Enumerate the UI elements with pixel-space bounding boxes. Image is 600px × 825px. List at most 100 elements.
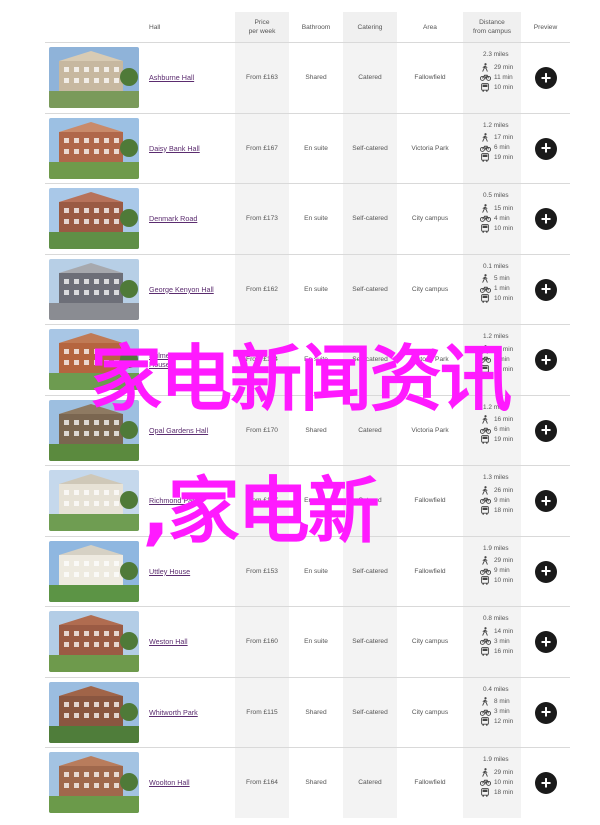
hall-photo-image — [49, 540, 139, 602]
hall-name-link[interactable]: Daisy Bank Hall — [149, 144, 200, 153]
bathroom-cell: En suite — [304, 638, 328, 646]
area-cell: Fallowfield — [414, 779, 446, 787]
preview-button[interactable]: + — [535, 772, 557, 794]
bike-time-text: 1 min — [494, 285, 510, 292]
bike-icon — [479, 567, 491, 575]
bike-icon — [479, 708, 491, 716]
catering-cell: Self-catered — [352, 285, 388, 293]
hall-photo[interactable] — [49, 540, 139, 602]
hall-photo[interactable] — [49, 681, 139, 743]
price-cell: From £167 — [246, 144, 278, 152]
price-cell: From £157 — [246, 497, 278, 505]
hall-photo[interactable] — [49, 329, 139, 390]
distance-header: Distance from campus — [463, 12, 521, 42]
area-cell: Victoria Park — [411, 356, 449, 364]
hall-name-link[interactable]: George Kenyon Hall — [149, 285, 214, 294]
hall-name-cell: Richmond Park — [149, 466, 235, 536]
hall-name-link[interactable]: Woolton Hall — [149, 778, 190, 787]
preview-button[interactable]: + — [535, 490, 557, 512]
bathroom-cell: Shared — [305, 779, 327, 787]
hall-name-link[interactable]: Uttley House — [149, 567, 190, 576]
catering-cell: Catered — [358, 779, 382, 787]
hall-photo[interactable] — [49, 470, 139, 531]
bike-icon — [479, 214, 491, 222]
bike-icon — [479, 144, 491, 152]
bathroom-cell: En suite — [304, 285, 328, 293]
hall-photo-image — [49, 681, 139, 743]
bus-time-text: 10 min — [494, 295, 514, 302]
plus-icon: + — [540, 702, 552, 722]
catering-cell: Self-catered — [352, 708, 388, 716]
walk-icon — [479, 767, 491, 777]
walk-icon — [479, 344, 491, 354]
bathroom-header: Bathroom — [301, 23, 331, 31]
preview-button[interactable]: + — [535, 631, 557, 653]
area-cell: Fallowfield — [414, 497, 446, 505]
walk-icon — [479, 203, 491, 213]
bike-time-text: 10 min — [494, 778, 514, 786]
bike-icon — [479, 426, 491, 434]
hall-photo-image — [49, 258, 139, 320]
walk-time-text: 17 min — [494, 134, 514, 141]
hall-name-cell: George Kenyon Hall — [149, 255, 235, 325]
bathroom-cell: En suite — [304, 144, 328, 152]
hall-name-link[interactable]: Hulme Hall: Burkhardt House — [149, 351, 235, 369]
catering-cell: Self-catered — [352, 567, 388, 575]
preview-button[interactable]: + — [535, 349, 557, 371]
hall-photo[interactable] — [49, 399, 139, 461]
hall-name-link[interactable]: Whitworth Park — [149, 708, 198, 717]
preview-button[interactable]: + — [535, 278, 557, 301]
distance-miles: 0.5 miles — [483, 192, 509, 199]
plus-icon: + — [540, 138, 552, 158]
bus-icon — [479, 576, 491, 585]
hall-photo[interactable] — [49, 117, 139, 179]
table-row: Uttley House From £153 En suite Self-cat… — [45, 535, 570, 606]
table-row: Richmond Park From £157 En suite Catered… — [45, 465, 570, 536]
bus-time-text: 10 min — [494, 83, 514, 91]
distance-miles: 1.2 miles — [483, 121, 509, 129]
preview-button[interactable]: + — [535, 137, 557, 160]
hall-name-link[interactable]: Opal Gardens Hall — [149, 426, 208, 435]
area-cell: Fallowfield — [414, 567, 446, 575]
walk-time-text: 29 min — [494, 768, 514, 776]
hall-name-link[interactable]: Ashburne Hall — [149, 73, 194, 82]
area-cell: Victoria Park — [411, 144, 449, 152]
hall-photo[interactable] — [49, 188, 139, 249]
walk-icon — [479, 626, 491, 636]
hall-name-link[interactable]: Denmark Road — [149, 214, 197, 223]
hall-photo-image — [49, 188, 139, 249]
hall-name-link[interactable]: Richmond Park — [149, 496, 198, 505]
plus-icon: + — [540, 67, 552, 88]
bike-time-text: 11 min — [494, 73, 513, 81]
bus-time-text: 19 min — [494, 154, 514, 161]
bathroom-cell: Shared — [305, 74, 327, 82]
hall-photo[interactable] — [49, 258, 139, 320]
hall-photo[interactable] — [49, 611, 139, 672]
catering-cell: Catered — [358, 497, 382, 505]
bike-icon — [479, 778, 491, 786]
distance-miles: 2.3 miles — [483, 51, 509, 58]
price-cell: From £164 — [246, 779, 278, 787]
preview-button[interactable]: + — [535, 701, 557, 724]
hall-name-link[interactable]: Weston Hall — [149, 637, 188, 646]
hall-photo-image — [49, 47, 139, 108]
bus-icon — [479, 787, 491, 797]
table-row: Whitworth Park From £115 Shared Self-cat… — [45, 676, 570, 747]
price-cell: From £154 — [246, 356, 278, 364]
hall-photo[interactable] — [49, 47, 139, 108]
bike-time-text: 3 min — [494, 637, 510, 645]
preview-button[interactable]: + — [535, 67, 557, 89]
bike-time-text: 9 min — [494, 496, 510, 504]
hall-name-cell: Daisy Bank Hall — [149, 114, 235, 184]
bathroom-cell: Shared — [305, 426, 327, 434]
preview-button[interactable]: + — [535, 560, 557, 583]
walk-time-text: 14 min — [494, 627, 514, 635]
catering-cell: Self-catered — [352, 215, 388, 223]
preview-button[interactable]: + — [535, 419, 557, 442]
bus-time-text: 18 min — [494, 788, 514, 796]
hall-photo[interactable] — [49, 752, 139, 813]
hall-photo-image — [49, 117, 139, 179]
plus-icon: + — [540, 420, 552, 440]
hall-name-cell: Ashburne Hall — [149, 43, 235, 113]
preview-button[interactable]: + — [535, 208, 557, 230]
